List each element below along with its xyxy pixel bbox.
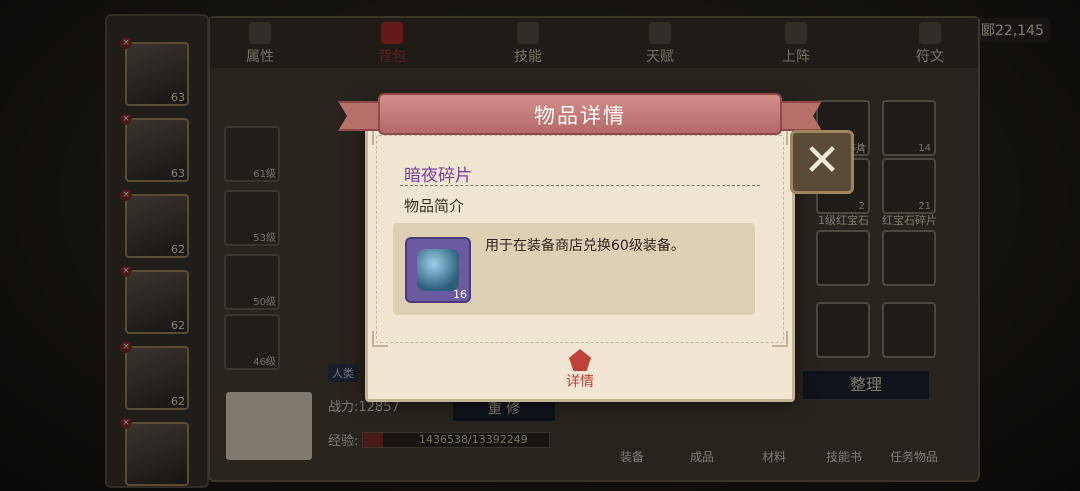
dialog-title: 物品详情 (534, 104, 626, 128)
divider (400, 185, 760, 187)
puzzle-shard-icon (417, 249, 459, 291)
item-detail-dialog: 物品详情 暗夜碎片 物品简介 16 用于在装备商店兑换60级装备。 详情 (338, 93, 822, 402)
detail-button[interactable]: 详情 (550, 349, 610, 393)
item-count: 16 (453, 288, 467, 301)
close-icon[interactable]: ✕ (790, 130, 854, 194)
item-name: 暗夜碎片 (404, 166, 472, 186)
item-description: 用于在装备商店兑换60级装备。 (485, 238, 685, 254)
item-icon: 16 (405, 237, 471, 303)
description-box: 16 用于在装备商店兑换60级装备。 (393, 223, 755, 315)
detail-icon (569, 349, 591, 371)
intro-label: 物品简介 (404, 197, 465, 215)
detail-label: 详情 (566, 374, 594, 390)
dialog-title-ribbon: 物品详情 (338, 93, 822, 135)
